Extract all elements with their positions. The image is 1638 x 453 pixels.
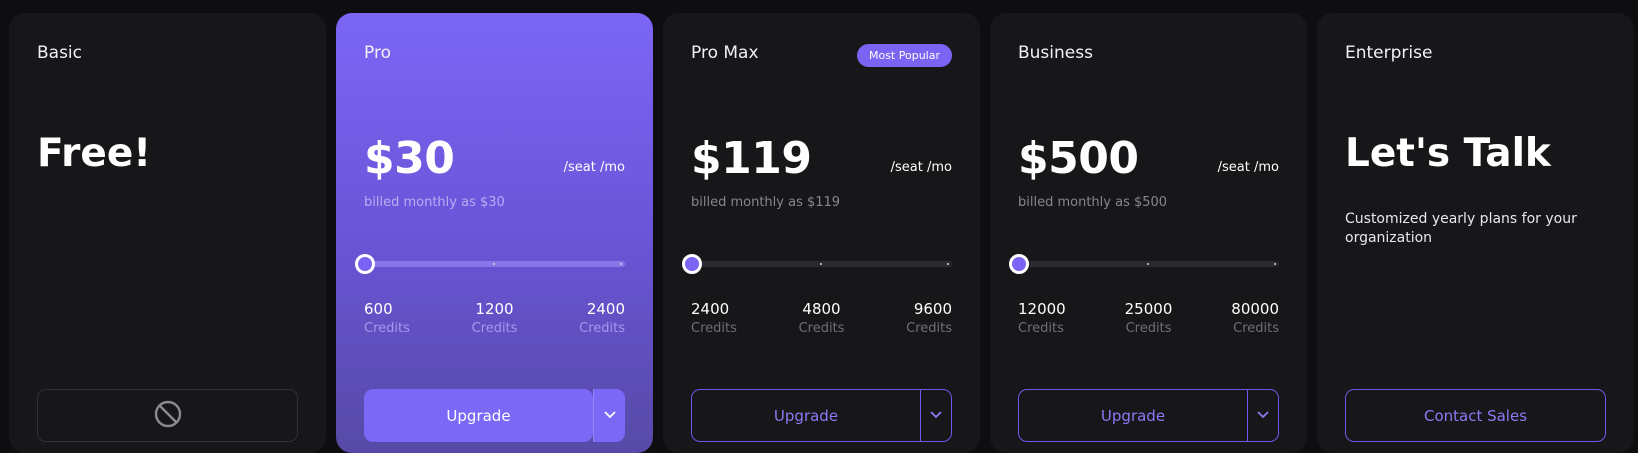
chevron-down-icon [1256, 406, 1270, 425]
slider-handle[interactable] [355, 254, 375, 274]
plan-price: $30 [364, 133, 455, 184]
credit-options: 2400 Credits 4800 Credits 9600 Credits [691, 300, 952, 336]
credit-options: 12000 Credits 25000 Credits 80000 Credit… [1018, 300, 1279, 336]
plan-name: Enterprise [1345, 43, 1433, 63]
upgrade-options-button[interactable] [1247, 389, 1279, 442]
plan-card-basic: Basic Free! [9, 13, 326, 453]
credits-slider[interactable] [1009, 254, 1279, 274]
credit-unit: Credits [691, 321, 737, 336]
plan-card-business: Business $500 /seat /mo billed monthly a… [990, 13, 1307, 453]
billing-note: billed monthly as $500 [1018, 195, 1168, 210]
chevron-down-icon [929, 406, 943, 425]
credit-option[interactable]: 2400 Credits [691, 300, 737, 336]
slider-tick [620, 263, 622, 265]
credit-amount: 2400 [586, 300, 625, 318]
credit-unit: Credits [798, 321, 845, 336]
slider-tick [1147, 263, 1149, 265]
prohibited-icon [154, 400, 182, 432]
credits-slider[interactable] [355, 254, 625, 274]
credit-unit: Credits [906, 321, 952, 336]
upgrade-button[interactable]: Upgrade [364, 389, 593, 442]
plan-name: Basic [37, 43, 83, 63]
plan-headline: Let's Talk [1345, 131, 1551, 176]
upgrade-button-label: Upgrade [773, 406, 839, 425]
plan-card-pro: Pro $30 /seat /mo billed monthly as $30 … [336, 13, 653, 453]
credit-option[interactable]: 9600 Credits [906, 300, 952, 336]
credit-unit: Credits [471, 321, 518, 336]
slider-tick [493, 263, 495, 265]
price-period: /seat /mo [563, 160, 625, 175]
most-popular-badge: Most Popular [856, 44, 952, 67]
slider-handle[interactable] [1009, 254, 1029, 274]
upgrade-button[interactable]: Upgrade [1018, 389, 1247, 442]
credit-amount: 25000 [1124, 300, 1173, 318]
contact-sales-button[interactable]: Contact Sales [1345, 389, 1606, 442]
plan-headline: Free! [37, 131, 152, 176]
upgrade-button-label: Upgrade [1100, 406, 1166, 425]
upgrade-button[interactable]: Upgrade [691, 389, 920, 442]
pricing-cards: Basic Free! Pro $30 /seat /mo billed mon… [9, 13, 1634, 453]
plan-name: Pro Max [691, 43, 759, 63]
upgrade-button-label: Upgrade [446, 406, 511, 425]
plan-price: $119 [691, 133, 812, 184]
credit-option[interactable]: 600 Credits [364, 300, 410, 336]
credit-unit: Credits [1233, 321, 1279, 336]
credit-options: 600 Credits 1200 Credits 2400 Credits [364, 300, 625, 336]
credit-option[interactable]: 2400 Credits [579, 300, 625, 336]
chevron-down-icon [603, 406, 617, 425]
credit-amount: 80000 [1231, 300, 1279, 318]
slider-tick [820, 263, 822, 265]
credit-unit: Credits [364, 321, 410, 336]
billing-note: billed monthly as $119 [691, 195, 841, 210]
credit-amount: 2400 [691, 300, 730, 318]
credit-option[interactable]: 4800 Credits [799, 300, 845, 336]
credit-option[interactable]: 1200 Credits [472, 300, 518, 336]
upgrade-options-button[interactable] [593, 389, 625, 442]
credit-amount: 1200 [475, 300, 514, 318]
plan-name: Pro [364, 43, 391, 63]
credit-amount: 12000 [1018, 300, 1066, 318]
slider-handle[interactable] [682, 254, 702, 274]
credit-amount: 4800 [802, 300, 841, 318]
credit-option[interactable]: 25000 Credits [1125, 300, 1173, 336]
price-period: /seat /mo [1217, 160, 1279, 175]
basic-disabled-button[interactable] [37, 389, 298, 442]
plan-card-enterprise: Enterprise Let's Talk Customized yearly … [1317, 13, 1634, 453]
slider-tick [1274, 263, 1276, 265]
billing-note: billed monthly as $30 [364, 195, 505, 210]
plan-price: $500 [1018, 133, 1139, 184]
plan-description: Customized yearly plans for your organiz… [1345, 211, 1577, 246]
credit-amount: 600 [364, 300, 393, 318]
credit-option[interactable]: 80000 Credits [1231, 300, 1279, 336]
upgrade-options-button[interactable] [920, 389, 952, 442]
credit-option[interactable]: 12000 Credits [1018, 300, 1066, 336]
slider-tick [947, 263, 949, 265]
credit-unit: Credits [579, 321, 625, 336]
plan-card-pro-max: Pro Max Most Popular $119 /seat /mo bill… [663, 13, 980, 453]
contact-sales-label: Contact Sales [1423, 406, 1528, 425]
plan-name: Business [1018, 43, 1093, 63]
credits-slider[interactable] [682, 254, 952, 274]
credit-amount: 9600 [913, 300, 952, 318]
price-period: /seat /mo [890, 160, 952, 175]
credit-unit: Credits [1125, 321, 1172, 336]
credit-unit: Credits [1018, 321, 1064, 336]
